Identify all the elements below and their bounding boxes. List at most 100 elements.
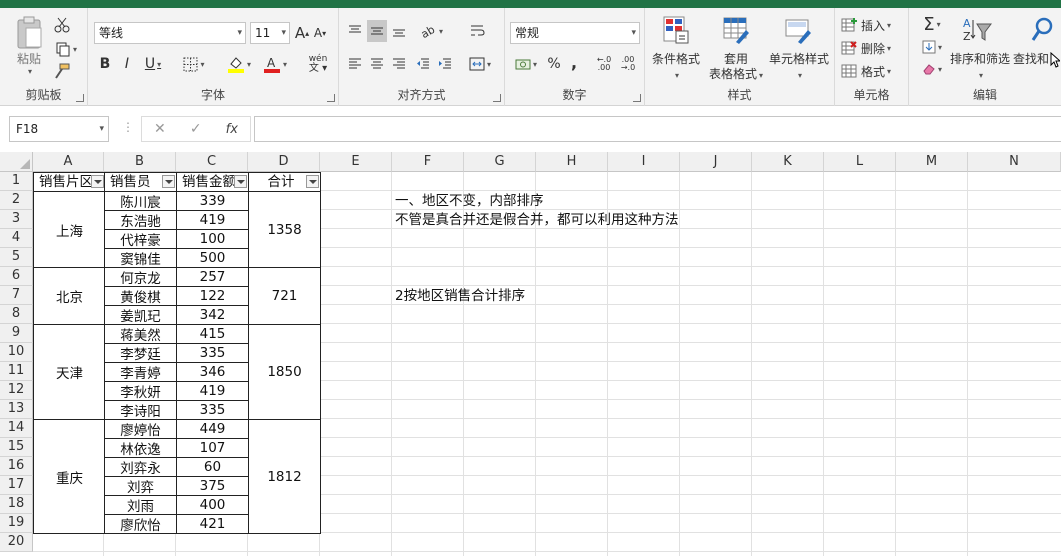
align-center-icon[interactable] [367, 54, 387, 74]
amount-cell[interactable]: 400 [176, 495, 249, 515]
merge-center-icon[interactable]: ▾ [465, 54, 495, 74]
fill-color-button[interactable]: ▾ [224, 53, 254, 75]
autosum-button[interactable]: Σ ▾ [915, 14, 949, 35]
comma-button[interactable]: , [567, 52, 581, 72]
table-header-3[interactable]: 销售金额 [176, 172, 249, 192]
column-header-b[interactable]: B [104, 152, 176, 172]
amount-cell[interactable]: 419 [176, 210, 249, 230]
amount-cell[interactable]: 419 [176, 381, 249, 401]
increase-indent-icon[interactable] [435, 54, 455, 74]
amount-cell[interactable]: 335 [176, 343, 249, 363]
column-header-m[interactable]: M [896, 152, 968, 172]
total-cell[interactable]: 1358 [248, 191, 321, 268]
font-launcher-icon[interactable] [327, 94, 335, 102]
salesperson-cell[interactable]: 李梦廷 [104, 343, 177, 363]
fill-down-icon[interactable]: ▾ [915, 38, 949, 56]
total-cell[interactable]: 721 [248, 267, 321, 325]
row-header-16[interactable]: 16 [0, 457, 33, 476]
amount-cell[interactable]: 421 [176, 514, 249, 534]
paste-button[interactable]: 粘贴 ▾ [12, 16, 46, 76]
salesperson-cell[interactable]: 姜凯玘 [104, 305, 177, 325]
amount-cell[interactable]: 100 [176, 229, 249, 249]
salesperson-cell[interactable]: 李诗阳 [104, 400, 177, 420]
amount-cell[interactable]: 257 [176, 267, 249, 287]
align-left-icon[interactable] [345, 54, 365, 74]
insert-button[interactable]: 插入 ▾ [841, 16, 907, 34]
amount-cell[interactable]: 122 [176, 286, 249, 306]
row-header-14[interactable]: 14 [0, 419, 33, 438]
row-header-12[interactable]: 12 [0, 381, 33, 400]
salesperson-cell[interactable]: 东浩驰 [104, 210, 177, 230]
bold-button[interactable]: B [96, 55, 114, 73]
number-launcher-icon[interactable] [633, 94, 641, 102]
row-header-20[interactable]: 20 [0, 533, 33, 552]
select-all-button[interactable] [0, 152, 33, 172]
table-header-1[interactable]: 销售片区 [33, 172, 106, 192]
filter-dropdown-icon[interactable] [91, 175, 104, 188]
column-header-h[interactable]: H [536, 152, 608, 172]
column-header-g[interactable]: G [464, 152, 536, 172]
amount-cell[interactable]: 375 [176, 476, 249, 496]
find-select-icon[interactable] [1029, 14, 1059, 46]
filter-dropdown-icon[interactable] [234, 175, 247, 188]
amount-cell[interactable]: 339 [176, 191, 249, 211]
name-box[interactable]: F18 ▾ [9, 116, 109, 142]
amount-cell[interactable]: 500 [176, 248, 249, 268]
row-header-1[interactable]: 1 [0, 172, 33, 191]
row-header-9[interactable]: 9 [0, 324, 33, 343]
wrap-text-icon[interactable] [467, 20, 489, 42]
region-cell[interactable]: 天津 [33, 324, 106, 420]
border-button[interactable]: ▾ [180, 55, 208, 73]
decrease-decimal-icon[interactable]: .00 →.0 [617, 54, 639, 74]
filter-dropdown-icon[interactable] [162, 175, 175, 188]
table-header-2[interactable]: 销售员 [104, 172, 177, 192]
row-header-8[interactable]: 8 [0, 305, 33, 324]
cell-styles-icon[interactable] [783, 14, 813, 46]
cancel-icon[interactable]: ✕ [154, 121, 166, 137]
row-header-6[interactable]: 6 [0, 267, 33, 286]
align-middle-icon[interactable] [367, 20, 387, 42]
align-top-icon[interactable] [345, 20, 365, 42]
region-cell[interactable]: 北京 [33, 267, 106, 325]
delete-button[interactable]: 删除 ▾ [841, 39, 907, 57]
row-header-17[interactable]: 17 [0, 476, 33, 495]
underline-button[interactable]: U ▾ [140, 55, 166, 73]
font-color-button[interactable]: A ▾ [260, 53, 290, 75]
amount-cell[interactable]: 346 [176, 362, 249, 382]
salesperson-cell[interactable]: 廖欣怡 [104, 514, 177, 534]
amount-cell[interactable]: 60 [176, 457, 249, 477]
salesperson-cell[interactable]: 刘雨 [104, 495, 177, 515]
insert-function-icon[interactable]: fx [226, 122, 238, 137]
salesperson-cell[interactable]: 李青婷 [104, 362, 177, 382]
phonetic-button[interactable]: wén 文 ▾ [302, 52, 334, 76]
column-header-d[interactable]: D [248, 152, 320, 172]
row-header-4[interactable]: 4 [0, 229, 33, 248]
clipboard-launcher-icon[interactable] [76, 94, 84, 102]
accounting-format-icon[interactable]: ▾ [511, 54, 541, 74]
format-button[interactable]: 格式 ▾ [841, 62, 907, 80]
alignment-launcher-icon[interactable] [493, 94, 501, 102]
format-as-table-button[interactable]: 套用 表格格式 ▾ [703, 52, 769, 83]
column-header-l[interactable]: L [824, 152, 896, 172]
region-cell[interactable]: 重庆 [33, 419, 106, 534]
row-header-11[interactable]: 11 [0, 362, 33, 381]
percent-button[interactable]: % [545, 54, 563, 74]
column-header-f[interactable]: F [392, 152, 464, 172]
salesperson-cell[interactable]: 林依逸 [104, 438, 177, 458]
amount-cell[interactable]: 449 [176, 419, 249, 439]
align-bottom-icon[interactable] [389, 20, 409, 42]
column-header-e[interactable]: E [320, 152, 392, 172]
note-line-2[interactable]: 不管是真合并还是假合并，都可以利用这种方法 [395, 211, 679, 229]
total-cell[interactable]: 1850 [248, 324, 321, 420]
align-right-icon[interactable] [389, 54, 409, 74]
decrease-indent-icon[interactable] [413, 54, 433, 74]
italic-button[interactable]: I [118, 55, 136, 73]
amount-cell[interactable]: 107 [176, 438, 249, 458]
salesperson-cell[interactable]: 陈川宸 [104, 191, 177, 211]
cell-styles-button[interactable]: 单元格样式 ▾ [763, 52, 835, 83]
salesperson-cell[interactable]: 刘弈永 [104, 457, 177, 477]
total-cell[interactable]: 1812 [248, 419, 321, 534]
row-header-7[interactable]: 7 [0, 286, 33, 305]
column-header-c[interactable]: C [176, 152, 248, 172]
sort-filter-icon[interactable]: AZ [957, 14, 997, 46]
